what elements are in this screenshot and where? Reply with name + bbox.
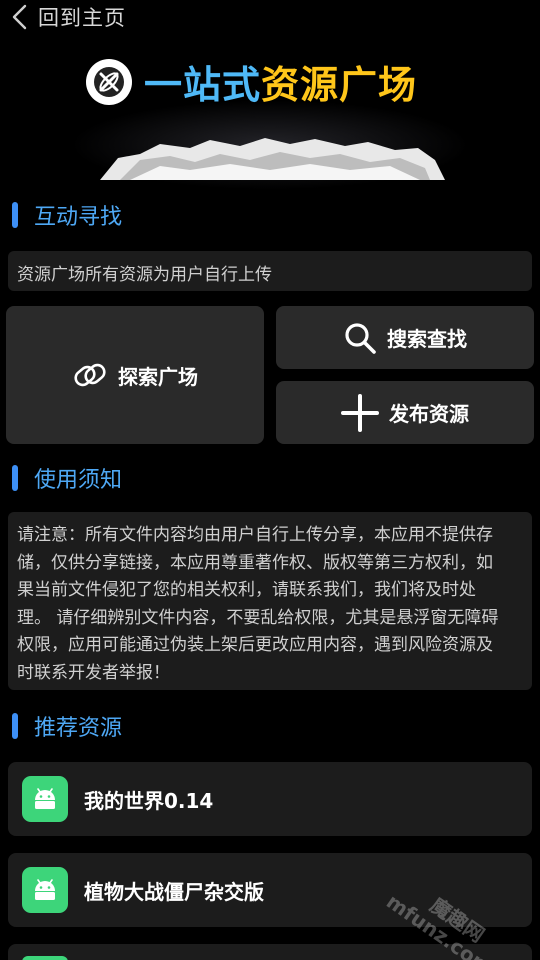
section-accent-bar — [12, 202, 18, 228]
search-label: 搜索查找 — [387, 327, 467, 351]
resource-name: 我的世界0.14 — [84, 788, 214, 813]
hero-title-part2: 资源广场 — [261, 63, 418, 107]
notice-line: 理。 请仔细辨别文件内容，不要乱给权限，尤其是悬浮窗无障碍 — [17, 607, 499, 628]
resource-item[interactable]: 我的世界0.14 — [8, 762, 532, 836]
upload-note-box: 资源广场所有资源为用户自行上传 — [8, 251, 532, 291]
notice-line: 时联系开发者举报！ — [17, 662, 170, 683]
section-header-interact: 互动寻找 — [12, 200, 122, 230]
upload-note-text: 资源广场所有资源为用户自行上传 — [17, 265, 272, 285]
section-title: 推荐资源 — [34, 716, 123, 741]
section-accent-bar — [12, 465, 18, 491]
plus-icon — [341, 393, 379, 432]
top-bar: 回到主页 — [0, 0, 540, 34]
search-icon — [345, 322, 376, 354]
hero-title-text: 一站式资源广场 — [144, 54, 417, 109]
android-icon — [22, 956, 68, 960]
notice-box: 请注意：所有文件内容均由用户自行上传分享，本应用不提供存 储，仅供分享链接，本应… — [8, 512, 532, 690]
hero-title-part1: 一站式 — [144, 63, 262, 107]
section-title: 使用须知 — [34, 468, 123, 493]
section-header-notice: 使用须知 — [12, 463, 122, 493]
explore-label: 探索广场 — [118, 364, 198, 389]
hero-title: 一站式资源广场 — [86, 54, 417, 109]
explore-square-button[interactable]: 探索广场 — [6, 306, 264, 444]
hero-banner: 一站式资源广场 — [0, 40, 540, 190]
android-icon — [22, 776, 68, 822]
section-title: 互动寻找 — [34, 205, 123, 230]
section-header-recommend: 推荐资源 — [12, 711, 122, 741]
stacked-cards-illustration — [100, 138, 445, 180]
search-button[interactable]: 搜索查找 — [276, 306, 534, 369]
chevron-left-icon — [12, 4, 27, 30]
x-circle-logo-icon — [86, 58, 132, 105]
back-button[interactable]: 回到主页 — [0, 0, 126, 34]
notice-line: 果当前文件侵犯了您的相关权利，请联系我们，我们将及时处 — [17, 580, 476, 600]
notice-line: 储，仅供分享链接，本应用尊重著作权、版权等第三方权利，如 — [17, 552, 493, 573]
android-icon — [22, 867, 68, 913]
resource-name: 植物大战僵尸杂交版 — [84, 879, 264, 904]
back-label: 回到主页 — [38, 6, 126, 30]
notice-line: 权限，应用可能通过伪装上架后更改应用内容，遇到风险资源及 — [17, 635, 493, 655]
publish-button[interactable]: 发布资源 — [276, 381, 534, 444]
section-accent-bar — [12, 713, 18, 739]
publish-label: 发布资源 — [389, 402, 469, 426]
notice-line: 请注意：所有文件内容均由用户自行上传分享，本应用不提供存 — [17, 525, 493, 545]
link-icon — [74, 363, 106, 387]
